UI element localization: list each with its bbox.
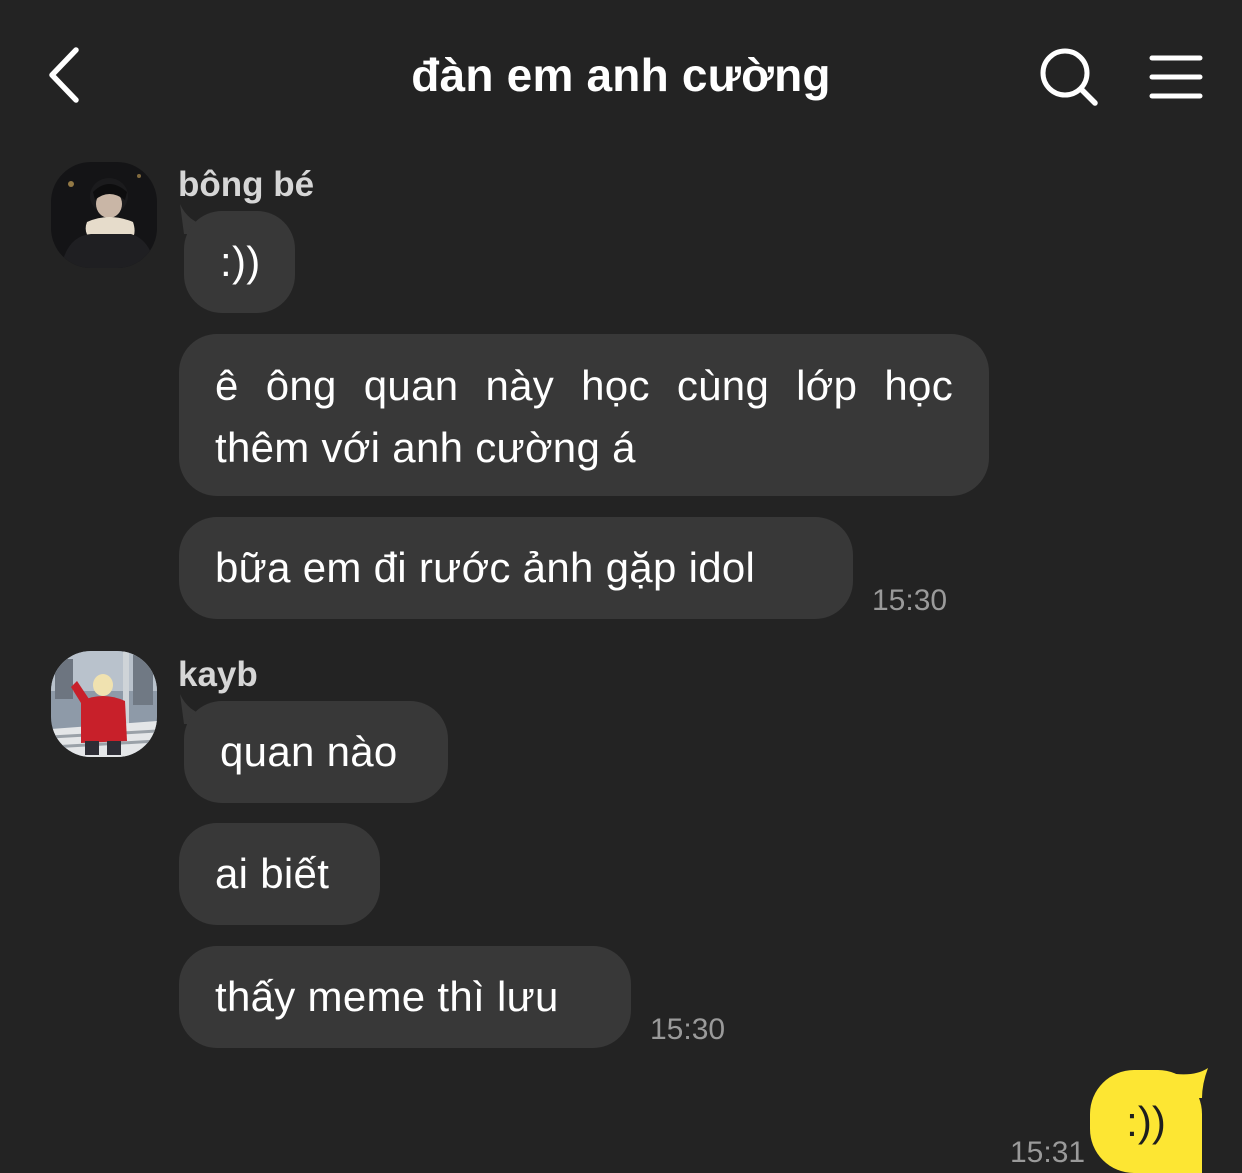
my-message-bubble[interactable]: :)) <box>1090 1070 1202 1173</box>
message-bubble[interactable]: thấy meme thì lưu <box>179 946 631 1048</box>
message-text: bữa em đi rước ảnh gặp idol <box>215 544 756 591</box>
message-bubble[interactable]: ai biết <box>179 823 380 925</box>
message-bubble[interactable]: quan nào <box>184 701 448 803</box>
message-bubble[interactable]: ê ông quan này học cùng lớp học thêm với… <box>179 334 989 496</box>
search-icon <box>1040 48 1098 106</box>
avatar-kayb[interactable] <box>51 651 157 757</box>
message-text: :)) <box>220 238 261 285</box>
message-timestamp: 15:30 <box>650 1013 726 1046</box>
message-text: quan nào <box>220 728 398 775</box>
message-text: ai biết <box>215 850 330 897</box>
hamburger-menu-icon <box>1149 55 1203 99</box>
chat-header: đàn em anh cường <box>0 0 1242 150</box>
message-text: ê ông quan này học cùng lớp học thêm với… <box>215 362 953 471</box>
search-button[interactable] <box>1036 44 1102 110</box>
message-text: :)) <box>1126 1098 1166 1145</box>
message-text: thấy meme thì lưu <box>215 973 559 1020</box>
menu-button[interactable] <box>1146 48 1208 106</box>
profile-photo-icon <box>51 162 157 268</box>
sender-name: kayb <box>178 655 258 694</box>
message-bubble[interactable]: :)) <box>184 211 295 313</box>
profile-photo-icon <box>51 651 157 757</box>
message-bubble[interactable]: bữa em đi rước ảnh gặp idol <box>179 517 853 619</box>
avatar-bong-be[interactable] <box>51 162 157 268</box>
sender-name: bông bé <box>178 165 315 204</box>
message-timestamp: 15:31 <box>1010 1136 1086 1169</box>
message-timestamp: 15:30 <box>872 584 948 617</box>
